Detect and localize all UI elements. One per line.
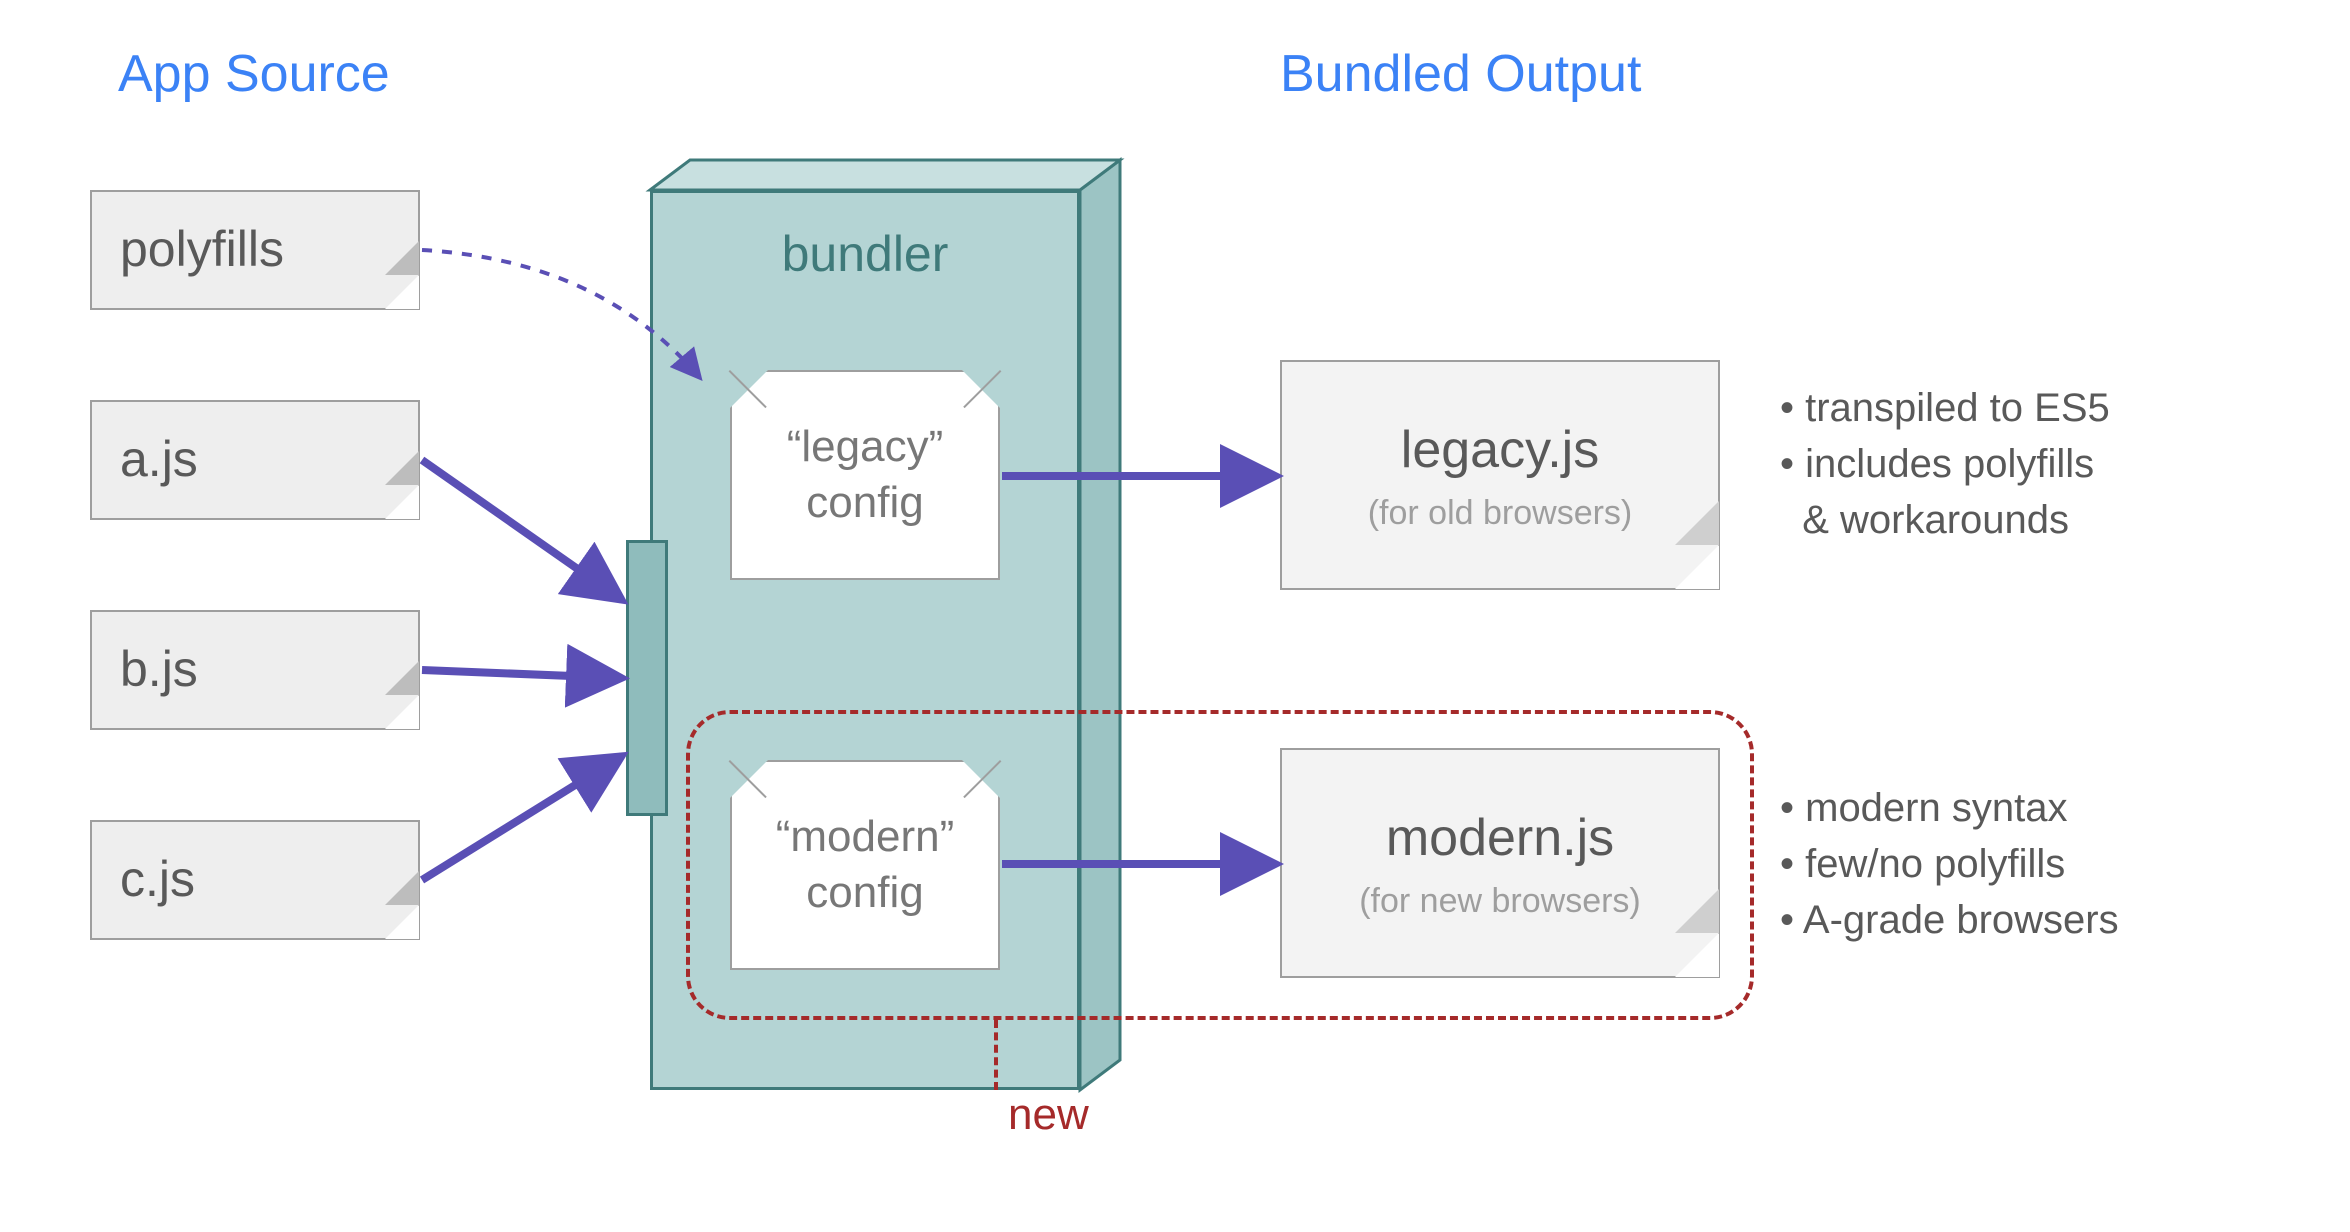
dogear-icon	[1675, 545, 1719, 589]
cut-corner-icon	[962, 370, 1000, 408]
bundler-title: bundler	[650, 225, 1080, 283]
heading-app-source: App Source	[118, 44, 390, 104]
config-legacy-label1: “legacy”	[787, 422, 944, 472]
heading-bundled-output: Bundled Output	[1280, 44, 1641, 104]
file-c-label: c.js	[120, 850, 195, 908]
dogear-icon	[385, 695, 419, 729]
output-legacy-box: legacy.js (for old browsers)	[1280, 360, 1720, 590]
output-legacy-note: (for old browsers)	[1282, 494, 1718, 533]
bullet-modern-2: • few/no polyfills	[1780, 836, 2119, 892]
file-b-label: b.js	[120, 640, 198, 698]
bullets-modern: • modern syntax • few/no polyfills • A-g…	[1780, 780, 2119, 948]
file-a: a.js	[90, 400, 420, 520]
file-polyfills-label: polyfills	[120, 220, 284, 278]
bullet-modern-1: • modern syntax	[1780, 780, 2119, 836]
output-legacy-name: legacy.js	[1282, 420, 1718, 480]
new-label: new	[1008, 1090, 1089, 1140]
bullet-legacy-3: & workarounds	[1780, 492, 2110, 548]
file-c: c.js	[90, 820, 420, 940]
file-b: b.js	[90, 610, 420, 730]
file-a-label: a.js	[120, 430, 198, 488]
cut-corner-icon	[730, 370, 768, 408]
config-legacy-box: “legacy” config	[730, 370, 1000, 580]
bullet-legacy-1: • transpiled to ES5	[1780, 380, 2110, 436]
dogear-icon	[385, 905, 419, 939]
bullet-modern-3: • A-grade browsers	[1780, 892, 2119, 948]
bullets-legacy: • transpiled to ES5 • includes polyfills…	[1780, 380, 2110, 548]
bundler-entry-tab	[626, 540, 668, 816]
bullet-legacy-2: • includes polyfills	[1780, 436, 2110, 492]
new-highlight-box	[686, 710, 1754, 1020]
new-leader-line	[994, 1020, 998, 1090]
file-polyfills: polyfills	[90, 190, 420, 310]
dogear-icon	[385, 485, 419, 519]
dogear-icon	[385, 275, 419, 309]
config-legacy-label2: config	[806, 478, 923, 528]
